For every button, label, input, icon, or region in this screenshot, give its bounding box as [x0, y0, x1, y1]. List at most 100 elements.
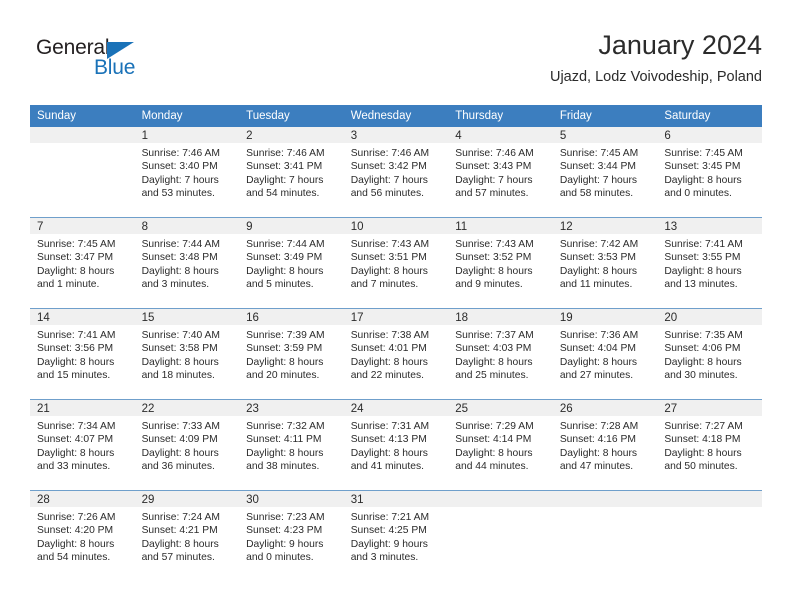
calendar-day-cell[interactable]: 20 Sunrise: 7:35 AM Sunset: 4:06 PM Dayligh…	[657, 308, 762, 400]
sunrise-time: Sunrise: 7:31 AM	[350, 421, 430, 432]
sunrise-time: Sunrise: 7:41 AM	[664, 239, 743, 250]
day-number: 26	[552, 400, 658, 416]
calendar-day-cell[interactable]: 2 Sunrise: 7:46 AM Sunset: 3:41 PM Daylight…	[239, 127, 344, 218]
calendar-day-cell[interactable]: 13 Sunrise: 7:41 AM Sunset: 3:55 PM Dayligh…	[657, 217, 762, 309]
calendar-day-cell[interactable]: 15 Sunrise: 7:40 AM Sunset: 3:58 PM Dayligh…	[134, 308, 240, 400]
daylight-duration-line2: and 13 minutes.	[664, 279, 738, 291]
calendar-day-cell[interactable]: 22 Sunrise: 7:33 AM Sunset: 4:09 PM Dayligh…	[134, 399, 240, 491]
calendar-day-cell[interactable]: 21 Sunrise: 7:34 AM Sunset: 4:07 PM Dayligh…	[30, 399, 135, 491]
sunset-time: Sunset: 3:43 PM	[455, 161, 532, 173]
calendar-day-cell[interactable]: 11 Sunrise: 7:43 AM Sunset: 3:52 PM Dayligh…	[448, 217, 553, 309]
calendar-day-cell[interactable]: 10 Sunrise: 7:43 AM Sunset: 3:51 PM Dayligh…	[343, 217, 449, 309]
calendar-day-cell[interactable]: 6 Sunrise: 7:45 AM Sunset: 3:45 PM Daylight…	[657, 127, 762, 218]
calendar-day-cell[interactable]: 25 Sunrise: 7:29 AM Sunset: 4:14 PM Dayligh…	[448, 399, 553, 491]
sunset-time: Sunset: 4:21 PM	[141, 525, 218, 537]
calendar-day-cell[interactable]: 27 Sunrise: 7:27 AM Sunset: 4:18 PM Dayligh…	[657, 399, 762, 491]
sunrise-time: Sunrise: 7:38 AM	[350, 330, 430, 341]
calendar-day-cell[interactable]: 24 Sunrise: 7:31 AM Sunset: 4:13 PM Dayligh…	[343, 399, 449, 491]
daylight-duration-line2: and 47 minutes.	[559, 461, 634, 473]
calendar-day-cell[interactable]: 4 Sunrise: 7:46 AM Sunset: 3:43 PM Daylight…	[448, 127, 553, 218]
day-number: 18	[448, 309, 553, 325]
daylight-duration-line2: and 30 minutes.	[664, 370, 738, 382]
daylight-duration-line2: and 1 minute.	[37, 279, 100, 291]
day-details: Sunrise: 7:44 AM Sunset: 3:48 PM Daylight:…	[135, 234, 240, 292]
calendar-day-cell[interactable]: 28 Sunrise: 7:26 AM Sunset: 4:20 PM Dayligh…	[30, 490, 135, 581]
daylight-duration-line2: and 18 minutes.	[141, 370, 215, 382]
daylight-duration-line1: Daylight: 8 hours	[664, 447, 742, 459]
day-number: 13	[657, 218, 762, 234]
sunrise-time: Sunrise: 7:40 AM	[141, 330, 220, 341]
sunset-time: Sunset: 4:03 PM	[455, 343, 532, 355]
sunrise-time: Sunrise: 7:46 AM	[246, 148, 325, 159]
calendar-day-cell[interactable]: 30 Sunrise: 7:23 AM Sunset: 4:23 PM Dayligh…	[239, 490, 344, 581]
day-number	[657, 491, 762, 507]
calendar-day-cell[interactable]: 18 Sunrise: 7:37 AM Sunset: 4:03 PM Dayligh…	[448, 308, 553, 400]
calendar-day-cell[interactable]: 16 Sunrise: 7:39 AM Sunset: 3:59 PM Dayligh…	[239, 308, 344, 400]
calendar-week-row: 14 Sunrise: 7:41 AM Sunset: 3:56 PM Dayligh…	[30, 308, 762, 400]
day-number: 27	[657, 400, 762, 416]
weekday-header-sunday: Sunday	[30, 105, 135, 127]
calendar-day-cell[interactable]: 12 Sunrise: 7:42 AM Sunset: 3:53 PM Dayligh…	[552, 217, 658, 309]
calendar-day-cell[interactable]: 19 Sunrise: 7:36 AM Sunset: 4:04 PM Dayligh…	[552, 308, 658, 400]
weekday-header-wednesday: Wednesday	[343, 105, 449, 127]
weekday-header-monday: Monday	[134, 105, 240, 127]
day-details: Sunrise: 7:26 AM Sunset: 4:20 PM Daylight:…	[30, 507, 135, 565]
sunrise-time: Sunrise: 7:32 AM	[246, 421, 325, 432]
daylight-duration-line2: and 58 minutes.	[559, 188, 634, 200]
sunset-time: Sunset: 4:09 PM	[141, 434, 218, 446]
general-blue-logo[interactable]: General Blue	[36, 36, 216, 88]
day-details: Sunrise: 7:28 AM Sunset: 4:16 PM Daylight:…	[553, 416, 658, 474]
sunrise-time: Sunrise: 7:21 AM	[350, 512, 430, 523]
day-details: Sunrise: 7:24 AM Sunset: 4:21 PM Daylight:…	[135, 507, 240, 565]
daylight-duration-line2: and 7 minutes.	[350, 279, 419, 291]
day-details: Sunrise: 7:45 AM Sunset: 3:45 PM Daylight:…	[657, 143, 762, 201]
day-details: Sunrise: 7:44 AM Sunset: 3:49 PM Daylight:…	[239, 234, 344, 292]
daylight-duration-line1: Daylight: 8 hours	[141, 356, 219, 368]
sunrise-time: Sunrise: 7:46 AM	[141, 148, 220, 159]
sunset-time: Sunset: 4:23 PM	[246, 525, 323, 537]
calendar-day-cell-empty	[552, 490, 658, 581]
day-number: 12	[552, 218, 658, 234]
sunrise-time: Sunrise: 7:43 AM	[350, 239, 430, 250]
daylight-duration-line2: and 3 minutes.	[141, 279, 210, 291]
day-number: 28	[30, 491, 135, 507]
day-details: Sunrise: 7:45 AM Sunset: 3:47 PM Daylight:…	[30, 234, 135, 292]
calendar-day-cell[interactable]: 17 Sunrise: 7:38 AM Sunset: 4:01 PM Dayligh…	[343, 308, 449, 400]
calendar-day-cell-empty	[657, 490, 762, 581]
calendar-day-cell[interactable]: 3 Sunrise: 7:46 AM Sunset: 3:42 PM Daylight…	[343, 127, 449, 218]
daylight-duration-line2: and 0 minutes.	[246, 552, 314, 564]
page-header: General Blue January 2024 Ujazd, Lodz Vo…	[30, 28, 762, 96]
day-number	[30, 127, 135, 143]
daylight-duration-line1: Daylight: 8 hours	[350, 447, 428, 459]
calendar-day-cell-empty	[448, 490, 553, 581]
calendar-day-cell[interactable]: 31 Sunrise: 7:21 AM Sunset: 4:25 PM Dayligh…	[343, 490, 449, 581]
day-number: 17	[343, 309, 449, 325]
daylight-duration-line1: Daylight: 8 hours	[664, 174, 742, 186]
calendar-day-cell[interactable]: 7 Sunrise: 7:45 AM Sunset: 3:47 PM Daylight…	[30, 217, 135, 309]
daylight-duration-line2: and 25 minutes.	[455, 370, 529, 382]
day-number: 2	[239, 127, 344, 143]
calendar-day-cell[interactable]: 1 Sunrise: 7:46 AM Sunset: 3:40 PM Daylight…	[134, 127, 240, 218]
calendar-day-cell[interactable]: 5 Sunrise: 7:45 AM Sunset: 3:44 PM Daylight…	[552, 127, 658, 218]
day-number: 16	[239, 309, 344, 325]
calendar-day-cell[interactable]: 23 Sunrise: 7:32 AM Sunset: 4:11 PM Dayligh…	[239, 399, 344, 491]
page-subtitle: Ujazd, Lodz Voivodeship, Poland	[549, 69, 762, 85]
sunset-time: Sunset: 4:01 PM	[350, 343, 427, 355]
weekday-header-tuesday: Tuesday	[239, 105, 344, 127]
daylight-duration-line2: and 44 minutes.	[455, 461, 529, 473]
calendar-day-cell[interactable]: 9 Sunrise: 7:44 AM Sunset: 3:49 PM Daylight…	[239, 217, 344, 309]
day-details: Sunrise: 7:40 AM Sunset: 3:58 PM Daylight:…	[135, 325, 240, 383]
daylight-duration-line1: Daylight: 7 hours	[455, 174, 533, 186]
sunset-time: Sunset: 4:07 PM	[37, 434, 114, 446]
daylight-duration-line1: Daylight: 8 hours	[246, 447, 324, 459]
calendar-day-cell[interactable]: 29 Sunrise: 7:24 AM Sunset: 4:21 PM Dayligh…	[134, 490, 240, 581]
calendar-day-cell[interactable]: 14 Sunrise: 7:41 AM Sunset: 3:56 PM Dayligh…	[30, 308, 135, 400]
day-number: 22	[134, 400, 240, 416]
day-number: 25	[448, 400, 553, 416]
daylight-duration-line1: Daylight: 8 hours	[455, 447, 533, 459]
calendar-day-cell[interactable]: 26 Sunrise: 7:28 AM Sunset: 4:16 PM Dayligh…	[552, 399, 658, 491]
daylight-duration-line1: Daylight: 9 hours	[246, 538, 324, 550]
daylight-duration-line1: Daylight: 8 hours	[559, 447, 638, 459]
calendar-day-cell[interactable]: 8 Sunrise: 7:44 AM Sunset: 3:48 PM Daylight…	[134, 217, 240, 309]
day-number: 3	[343, 127, 449, 143]
